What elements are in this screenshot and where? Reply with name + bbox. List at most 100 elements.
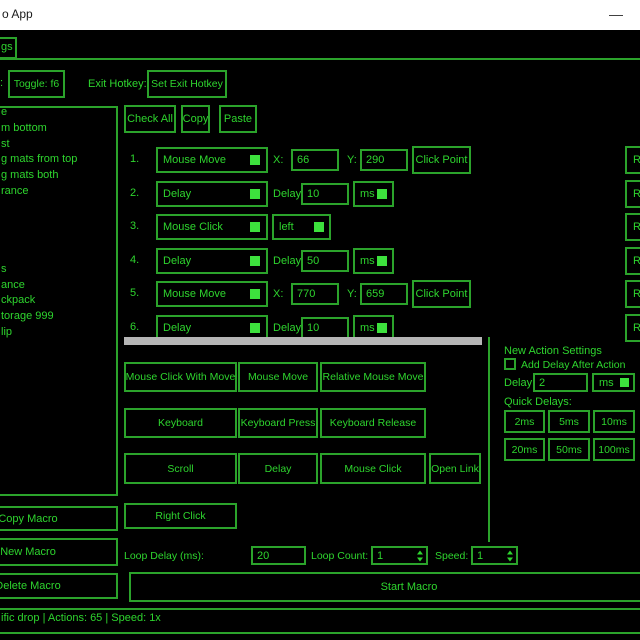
add-delay-button[interactable]: Delay [238, 453, 318, 484]
unit-dropdown[interactable]: ms [353, 248, 394, 274]
click-point-button[interactable]: Click Point [412, 280, 471, 308]
macro-list-item[interactable]: ckpack [1, 292, 35, 308]
exit-hotkey-label: Exit Hotkey: [88, 78, 147, 90]
add-mouse-click-with-move-button[interactable]: Mouse Click With Move [124, 362, 237, 392]
window-title: o App [2, 7, 33, 21]
macro-list-item[interactable]: s [1, 261, 7, 277]
y-label: Y: [347, 288, 357, 300]
add-open-link-button[interactable]: Open Link [429, 453, 481, 484]
add-scroll-button[interactable]: Scroll [124, 453, 237, 484]
start-macro-button[interactable]: Start Macro [129, 572, 640, 602]
macro-list-item[interactable]: torage 999 [1, 308, 54, 324]
click-point-button[interactable]: Click Point [412, 146, 471, 174]
add-delay-checkbox[interactable] [504, 358, 516, 370]
remove-action-button[interactable]: R [625, 280, 640, 308]
quick-delay-50ms-button[interactable]: 50ms [548, 438, 590, 461]
y-label: Y: [347, 154, 357, 166]
new-macro-button[interactable]: New Macro [0, 538, 118, 566]
macro-list-item[interactable]: lip [1, 324, 12, 340]
add-right-click-button[interactable]: Right Click [124, 503, 237, 529]
loop-delay-label: Loop Delay (ms): [124, 550, 204, 562]
action-index: 6. [130, 321, 139, 333]
delay-label: Delay [273, 188, 301, 200]
y-input[interactable]: 659 [360, 283, 408, 305]
delay-input[interactable]: 10 [301, 317, 349, 339]
quick-delay-5ms-button[interactable]: 5ms [548, 410, 590, 433]
remove-action-button[interactable]: R [625, 213, 640, 241]
quick-delay-100ms-button[interactable]: 100ms [593, 438, 635, 461]
quick-delay-20ms-button[interactable]: 20ms [504, 438, 545, 461]
action-index: 1. [130, 153, 139, 165]
x-input[interactable]: 66 [291, 149, 339, 171]
status-text: ific drop | Actions: 65 | Speed: 1x [1, 612, 161, 624]
macro-list-item[interactable]: e [1, 104, 7, 120]
macro-list-item[interactable]: g mats from top [1, 151, 77, 167]
action-index: 2. [130, 187, 139, 199]
spinner-arrows[interactable] [507, 550, 513, 561]
action-type-value: Mouse Move [163, 288, 226, 300]
window-titlebar: o App — [0, 0, 640, 30]
new-delay-label: Delay: [504, 377, 535, 389]
action-type-dropdown[interactable]: Mouse Move [156, 147, 268, 173]
spinner-down-icon[interactable] [417, 557, 423, 561]
add-keyboard-button[interactable]: Keyboard [124, 408, 237, 438]
action-type-dropdown[interactable]: Delay [156, 248, 268, 274]
toggle-hotkey-button[interactable]: Toggle: f6 [8, 70, 65, 98]
spinner-up-icon[interactable] [507, 550, 513, 554]
check-all-button[interactable]: Check All [124, 105, 176, 133]
delay-label: Delay [273, 322, 301, 334]
action-type-value: Mouse Move [163, 154, 226, 166]
add-relative-mouse-move-button[interactable]: Relative Mouse Move [320, 362, 426, 392]
action-type-dropdown[interactable]: Mouse Move [156, 281, 268, 307]
remove-action-button[interactable]: R [625, 247, 640, 275]
new-delay-unit-dropdown[interactable]: ms [592, 373, 635, 392]
speed-value: 1 [477, 550, 483, 562]
spinner-arrows[interactable] [417, 550, 423, 561]
new-delay-input[interactable]: 2 [533, 373, 588, 392]
loop-count-value: 1 [377, 550, 383, 562]
menu-divider [0, 58, 640, 60]
mouse-button-dropdown[interactable]: left [272, 214, 331, 240]
action-type-value: Delay [163, 322, 191, 334]
set-exit-hotkey-button[interactable]: Set Exit Hotkey [147, 70, 227, 98]
remove-action-button[interactable]: R [625, 180, 640, 208]
delay-input[interactable]: 10 [301, 183, 349, 205]
loop-delay-input[interactable]: 20 [251, 546, 306, 565]
copy-button[interactable]: Copy [181, 105, 210, 133]
speed-spinner[interactable]: 1 [471, 546, 518, 565]
spinner-down-icon[interactable] [507, 557, 513, 561]
minimize-button[interactable]: — [596, 0, 636, 28]
actions-horizontal-scrollbar[interactable] [124, 337, 482, 345]
copy-macro-button[interactable]: Copy Macro [0, 506, 118, 531]
delete-macro-button[interactable]: Delete Macro [0, 573, 118, 599]
add-mouse-move-button[interactable]: Mouse Move [238, 362, 318, 392]
add-keyboard-release-button[interactable]: Keyboard Release [320, 408, 426, 438]
loop-count-spinner[interactable]: 1 [371, 546, 428, 565]
delay-label: Delay [273, 255, 301, 267]
macro-list-item[interactable]: ance [1, 277, 25, 293]
remove-action-button[interactable]: R [625, 146, 640, 174]
action-type-dropdown[interactable]: Mouse Click [156, 214, 268, 240]
unit-value: ms [360, 188, 375, 200]
delay-input[interactable]: 50 [301, 250, 349, 272]
macro-list-item[interactable]: st [1, 136, 10, 152]
quick-delay-10ms-button[interactable]: 10ms [593, 410, 635, 433]
quick-delay-2ms-button[interactable]: 2ms [504, 410, 545, 433]
macro-list-item[interactable]: rance [1, 183, 29, 199]
y-input[interactable]: 290 [360, 149, 408, 171]
paste-button[interactable]: Paste [219, 105, 257, 133]
unit-value: ms [360, 255, 375, 267]
action-type-dropdown[interactable]: Delay [156, 181, 268, 207]
add-mouse-click-button[interactable]: Mouse Click [320, 453, 426, 484]
macro-list-item[interactable]: g mats both [1, 167, 58, 183]
dropdown-indicator-icon [620, 378, 629, 387]
add-keyboard-press-button[interactable]: Keyboard Press [238, 408, 318, 438]
x-input[interactable]: 770 [291, 283, 339, 305]
dropdown-indicator-icon [250, 222, 260, 232]
status-bar-top-divider [0, 608, 640, 610]
unit-dropdown[interactable]: ms [353, 181, 394, 207]
macro-list-item[interactable]: m bottom [1, 120, 47, 136]
new-action-settings-title: New Action Settings [504, 345, 602, 357]
spinner-up-icon[interactable] [417, 550, 423, 554]
remove-action-button[interactable]: R [625, 314, 640, 342]
